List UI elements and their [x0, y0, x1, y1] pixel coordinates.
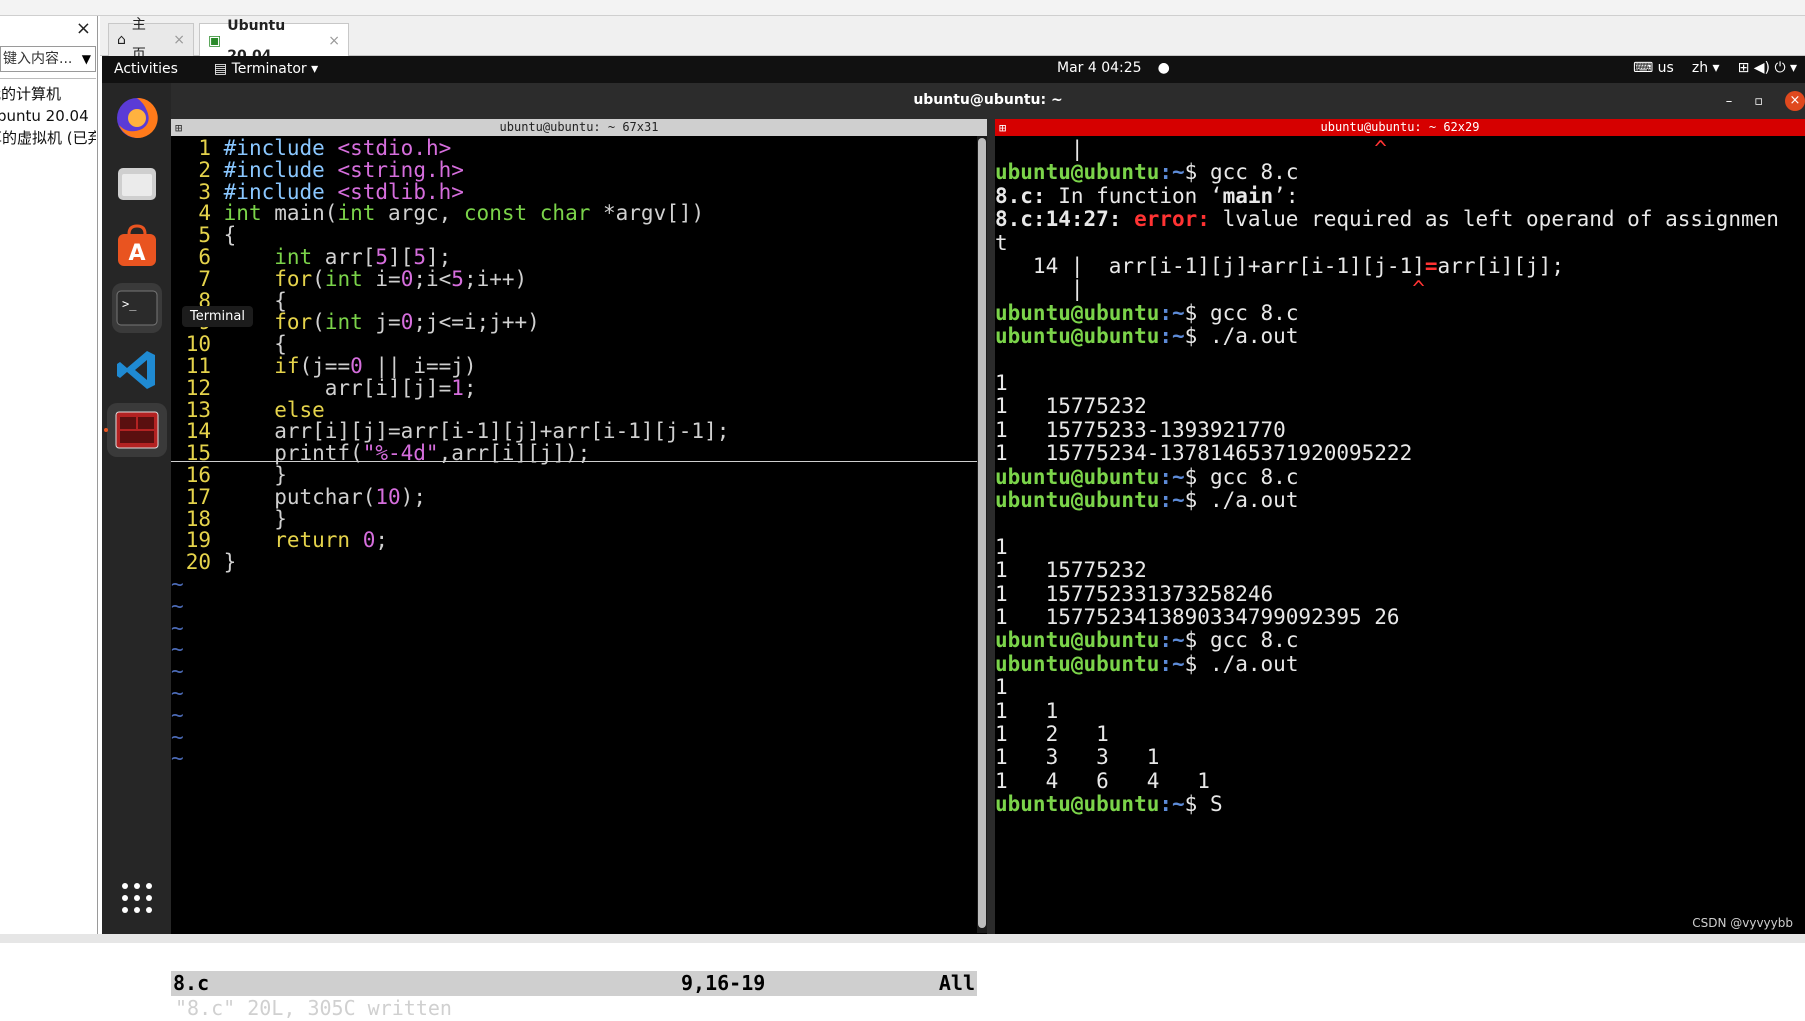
empty-line-marker: ~ — [171, 746, 184, 771]
host-status-bar — [0, 934, 1805, 943]
dock-tooltip: Terminal — [182, 306, 253, 327]
system-tray[interactable]: ⊞ ◀) ⏻ ▾ — [1738, 60, 1797, 76]
tab-home[interactable]: ⌂ 主页 × — [108, 17, 194, 63]
close-icon[interactable]: × — [76, 18, 91, 39]
watermark: CSDN @vyvyybb — [1692, 916, 1793, 930]
terminator-icon: ▤ — [213, 61, 228, 77]
vim-status-line: 8.c 9,16-19 All — [171, 971, 977, 996]
window-titlebar[interactable]: ubuntu@ubuntu: ~ – ▫ × — [171, 83, 1805, 119]
tab-ubuntu[interactable]: ▣ Ubuntu 20.04 × — [199, 18, 349, 64]
vscode-icon[interactable] — [112, 345, 162, 395]
terminal-line: 8.c:14:27: error: lvalue required as lef… — [995, 207, 1779, 232]
terminal-line: ubuntu@ubuntu:~$ ./a.out — [995, 324, 1299, 349]
pane-title-right-text: ubuntu@ubuntu: ~ 62x29 — [1320, 120, 1480, 134]
keyboard-icon: ⌨ — [1633, 60, 1654, 76]
library-search-placeholder: 键入内容... — [3, 51, 73, 67]
terminal-output[interactable]: | ^ ubuntu@ubuntu:~$ gcc 8.c 8.c: In funct… — [995, 136, 1805, 934]
library-search-input[interactable]: 键入内容... ▼ — [0, 46, 96, 72]
grid-icon[interactable]: ⊞ — [175, 120, 182, 137]
files-icon[interactable] — [112, 158, 162, 208]
input-method-label: zh — [1691, 60, 1709, 76]
clock[interactable]: Mar 4 04:25 — [1057, 60, 1142, 76]
vm-icon: ▣ — [208, 32, 222, 49]
close-icon[interactable]: × — [173, 25, 185, 55]
volume-icon: ◀) — [1753, 60, 1770, 76]
chevron-down-icon: ▾ — [311, 61, 319, 77]
library-item-ubuntu[interactable]: Ubuntu 20.04 — [0, 105, 96, 127]
scrollbar[interactable] — [977, 136, 987, 933]
svg-text:>_: >_ — [122, 297, 137, 311]
pane-title-left[interactable]: ⊞ ubuntu@ubuntu: ~ 67x31 — [171, 119, 987, 136]
keyboard-layout: us — [1657, 60, 1674, 76]
notification-dot-icon: ● — [1157, 60, 1170, 76]
terminal-pane-left[interactable]: ⊞ ubuntu@ubuntu: ~ 67x31 1 #include <std… — [171, 119, 987, 1020]
network-icon: ⊞ — [1737, 60, 1750, 76]
app-grid-icon[interactable] — [112, 873, 162, 923]
terminator-icon[interactable] — [107, 403, 167, 457]
pane-divider[interactable] — [987, 119, 995, 934]
minimize-icon[interactable]: – — [1726, 94, 1733, 109]
home-icon: ⌂ — [117, 32, 126, 48]
keyboard-indicator[interactable]: ⌨ us — [1633, 60, 1674, 76]
terminal-line: ubuntu@ubuntu:~$ ./a.out — [995, 651, 1299, 676]
close-icon[interactable]: × — [328, 26, 340, 56]
library-tree: 我的计算机 Ubuntu 20.04 共享的虚拟机 (已弃用) — [0, 78, 96, 938]
status-scroll: All — [938, 971, 975, 995]
library-item-shared-vms[interactable]: 共享的虚拟机 (已弃用) — [0, 127, 96, 149]
vim-editor[interactable]: 1 #include <stdio.h> 2 #include <string.h… — [171, 136, 977, 896]
svg-text:A: A — [128, 241, 145, 266]
vm-library-panel: × 键入内容... ▼ 我的计算机 Ubuntu 20.04 共享的虚拟机 (已… — [0, 16, 98, 934]
pane-title-left-text: ubuntu@ubuntu: ~ 67x31 — [499, 120, 659, 134]
scrollbar-thumb[interactable] — [978, 138, 986, 928]
dock: A >_ — [102, 83, 171, 934]
activities-button[interactable]: Activities — [114, 61, 178, 77]
status-file: 8.c — [173, 971, 210, 995]
cursor-line — [171, 461, 977, 462]
terminal-pane-right[interactable]: ⊞ ubuntu@ubuntu: ~ 62x29 | ^ ubuntu@ubunt… — [995, 119, 1805, 934]
pane-title-right[interactable]: ⊞ ubuntu@ubuntu: ~ 62x29 — [995, 119, 1805, 136]
terminal-line: ubuntu@ubuntu:~$ S — [995, 792, 1223, 817]
vim-command-line: "8.c" 20L, 305C written — [175, 996, 452, 1020]
input-method-indicator[interactable]: zh ▾ — [1692, 60, 1720, 76]
code-line[interactable]: 4 int main(int argc, const char *argv[]) — [171, 201, 704, 226]
running-indicator — [104, 428, 108, 432]
status-position: 9,16-19 — [681, 971, 766, 995]
software-icon[interactable]: A — [112, 221, 162, 271]
grid-icon[interactable]: ⊞ — [999, 120, 1006, 137]
terminal-icon[interactable]: >_ — [112, 283, 162, 333]
terminal-line: ubuntu@ubuntu:~$ ./a.out — [995, 488, 1299, 512]
gnome-top-bar: Activities ▤ Terminator ▾ Mar 4 04:25 ● … — [102, 56, 1805, 83]
close-icon[interactable]: × — [1785, 91, 1805, 111]
window-title: ubuntu@ubuntu: ~ — [913, 92, 1063, 108]
power-icon: ⏻ — [1774, 60, 1786, 76]
app-menu-label: Terminator — [231, 61, 307, 77]
vm-tab-bar: ⌂ 主页 × ▣ Ubuntu 20.04 × — [100, 16, 1805, 64]
app-menu-button[interactable]: ▤ Terminator ▾ — [214, 61, 318, 77]
maximize-icon[interactable]: ▫ — [1754, 94, 1763, 109]
library-item-my-computer[interactable]: 我的计算机 — [0, 83, 96, 105]
chevron-down-icon[interactable]: ▼ — [82, 47, 91, 71]
firefox-icon[interactable] — [112, 93, 162, 143]
